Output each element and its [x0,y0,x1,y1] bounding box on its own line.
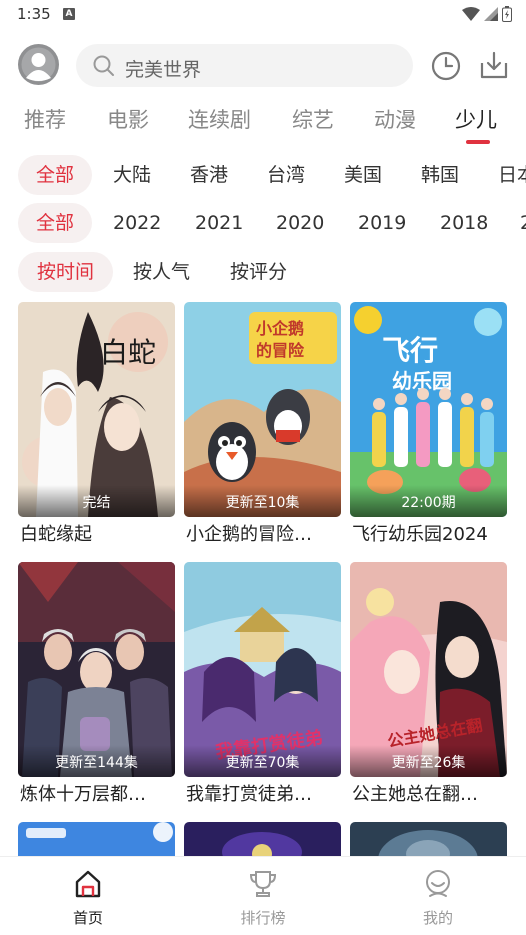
poster-title-art: 的冒险 [256,341,305,360]
profile-icon [426,870,450,897]
poster-image: 公主她总在翻 更新至26集 [350,562,507,777]
sort-by-time[interactable]: 按时间 [18,252,114,292]
search-icon [93,55,114,76]
year-2019[interactable]: 2019 [358,203,406,243]
region-taiwan[interactable]: 台湾 [267,155,305,195]
status-bar: 1:35 A [0,0,526,30]
region-all[interactable]: 全部 [18,155,93,195]
status-indicators [462,6,512,22]
video-title: 我靠打赏徒弟… [186,784,312,805]
poster-image: 飞行 幼乐园 22:00期 [350,302,507,517]
nav-ranking-label: 排行榜 [240,909,286,927]
nav-home[interactable]: 首页 [43,869,133,928]
battery-icon [502,6,512,22]
bottom-navigation: 首页 排行榜 我的 [0,856,526,935]
active-tab-indicator [466,140,490,144]
poster-image: 更新至144集 [18,562,175,777]
year-2021[interactable]: 2021 [195,203,243,243]
search-input[interactable]: 完美世界 [76,44,413,87]
history-icon[interactable] [430,50,462,82]
video-title: 白蛇缘起 [20,524,92,545]
poster-title-art: 白蛇 [100,336,156,369]
video-title: 飞行幼乐园2024 [352,524,488,545]
search-placeholder: 完美世界 [125,59,202,81]
tab-kids[interactable]: 少儿 [455,104,497,134]
poster-title-art: 小企鹅 [256,319,304,338]
tab-anime[interactable]: 动漫 [374,104,416,134]
home-icon [75,870,101,898]
poster-title-art: 飞行 [382,334,438,367]
sort-by-popularity[interactable]: 按人气 [133,252,190,292]
category-tabs: 推荐 电影 连续剧 综艺 动漫 少儿 [0,104,526,144]
year-2022[interactable]: 2022 [113,203,161,243]
episode-badge: 更新至70集 [184,745,341,777]
nav-profile[interactable]: 我的 [393,869,483,928]
region-filter-row: 全部 大陆 香港 台湾 美国 韩国 日本 [0,155,526,195]
poster-image: 我靠打赏徒弟 更新至70集 [184,562,341,777]
region-usa[interactable]: 美国 [344,155,382,195]
tab-recommend[interactable]: 推荐 [24,104,66,134]
video-title: 小企鹅的冒险… [186,524,312,545]
year-2018[interactable]: 2018 [440,203,488,243]
header: 完美世界 [0,44,526,88]
region-mainland[interactable]: 大陆 [113,155,151,195]
video-title: 炼体十万层都… [20,784,146,805]
avatar-icon [18,44,59,85]
episode-badge: 更新至144集 [18,745,175,777]
poster-image: 白蛇 完结 [18,302,175,517]
year-2020[interactable]: 2020 [276,203,324,243]
episode-badge: 完结 [18,485,175,517]
sort-filter-row: 按时间 按人气 按评分 [0,252,526,292]
episode-badge: 22:00期 [350,485,507,517]
download-icon[interactable] [478,49,510,81]
region-japan[interactable]: 日本 [498,155,526,195]
nav-profile-label: 我的 [422,909,453,927]
region-hongkong[interactable]: 香港 [190,155,228,195]
tab-series[interactable]: 连续剧 [188,104,251,134]
year-filter-row: 全部 2022 2021 2020 2019 2018 2 [0,203,526,243]
year-more[interactable]: 2 [520,203,526,243]
tab-movie[interactable]: 电影 [107,104,149,134]
status-time: 1:35 [17,5,51,23]
poster-image: 小企鹅 的冒险 更新至10集 [184,302,341,517]
video-title: 公主她总在翻… [352,784,478,805]
notification-icon: A [63,8,75,20]
episode-badge: 更新至10集 [184,485,341,517]
signal-icon [484,7,498,21]
nav-home-label: 首页 [72,909,103,927]
year-all[interactable]: 全部 [18,203,93,243]
wifi-icon [462,7,480,21]
trophy-icon [249,871,277,897]
region-korea[interactable]: 韩国 [421,155,459,195]
nav-ranking[interactable]: 排行榜 [218,869,308,928]
tab-variety[interactable]: 综艺 [292,104,334,134]
avatar[interactable] [18,44,59,85]
sort-by-rating[interactable]: 按评分 [230,252,287,292]
episode-badge: 更新至26集 [350,745,507,777]
